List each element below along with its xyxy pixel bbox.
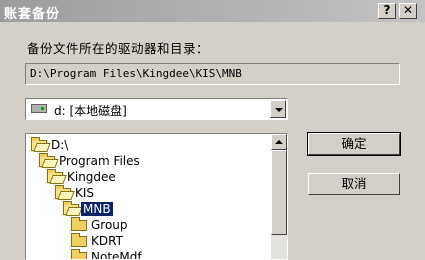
- folder-open-icon: [39, 153, 55, 167]
- drive-select[interactable]: d: [本地磁盘]: [25, 98, 288, 120]
- folder-icon: [71, 249, 87, 259]
- tree-item-label: KIS: [75, 186, 95, 200]
- scroll-thumb[interactable]: [271, 150, 287, 235]
- tree-item-label: Group: [91, 218, 128, 232]
- tree-scrollbar[interactable]: [271, 134, 287, 259]
- folder-open-icon: [63, 201, 79, 215]
- directory-prompt-label: 备份文件所在的驱动器和目录：: [27, 41, 210, 56]
- tree-item-label: Kingdee: [67, 170, 116, 184]
- folder-open-icon: [31, 137, 47, 151]
- cancel-button[interactable]: 取消: [308, 173, 400, 195]
- folder-tree[interactable]: D:\ Program Files Kingdee KIS MNB Group KDRT No…: [25, 133, 288, 260]
- tree-item-label: KDRT: [91, 234, 123, 248]
- window-title: 账套备份: [4, 7, 61, 22]
- tree-item-label: NoteMdf: [91, 250, 142, 260]
- tree-item-label: D:\: [51, 138, 69, 152]
- arrow-up-icon: [275, 140, 283, 144]
- help-button[interactable]: ?: [378, 3, 396, 19]
- path-text: D:\Program Files\Kingdee\KIS\MNB: [30, 67, 242, 80]
- close-button[interactable]: ✕: [399, 3, 417, 19]
- drive-dropdown-button[interactable]: [270, 100, 286, 118]
- ok-button[interactable]: 确定: [307, 132, 401, 156]
- folder-open-icon: [47, 169, 63, 183]
- tree-item-label: MNB: [81, 202, 113, 216]
- folder-icon: [71, 217, 87, 231]
- drive-select-value: d: [本地磁盘]: [54, 104, 127, 118]
- scroll-up-button[interactable]: [271, 134, 287, 150]
- title-bar: 账套备份 ? ✕: [0, 0, 425, 22]
- chevron-down-icon: [275, 108, 283, 112]
- path-display: D:\Program Files\Kingdee\KIS\MNB: [25, 63, 400, 85]
- tree-item-label: Program Files: [59, 154, 140, 168]
- hard-drive-icon: [31, 104, 47, 113]
- folder-open-icon: [55, 185, 71, 199]
- folder-icon: [71, 233, 87, 247]
